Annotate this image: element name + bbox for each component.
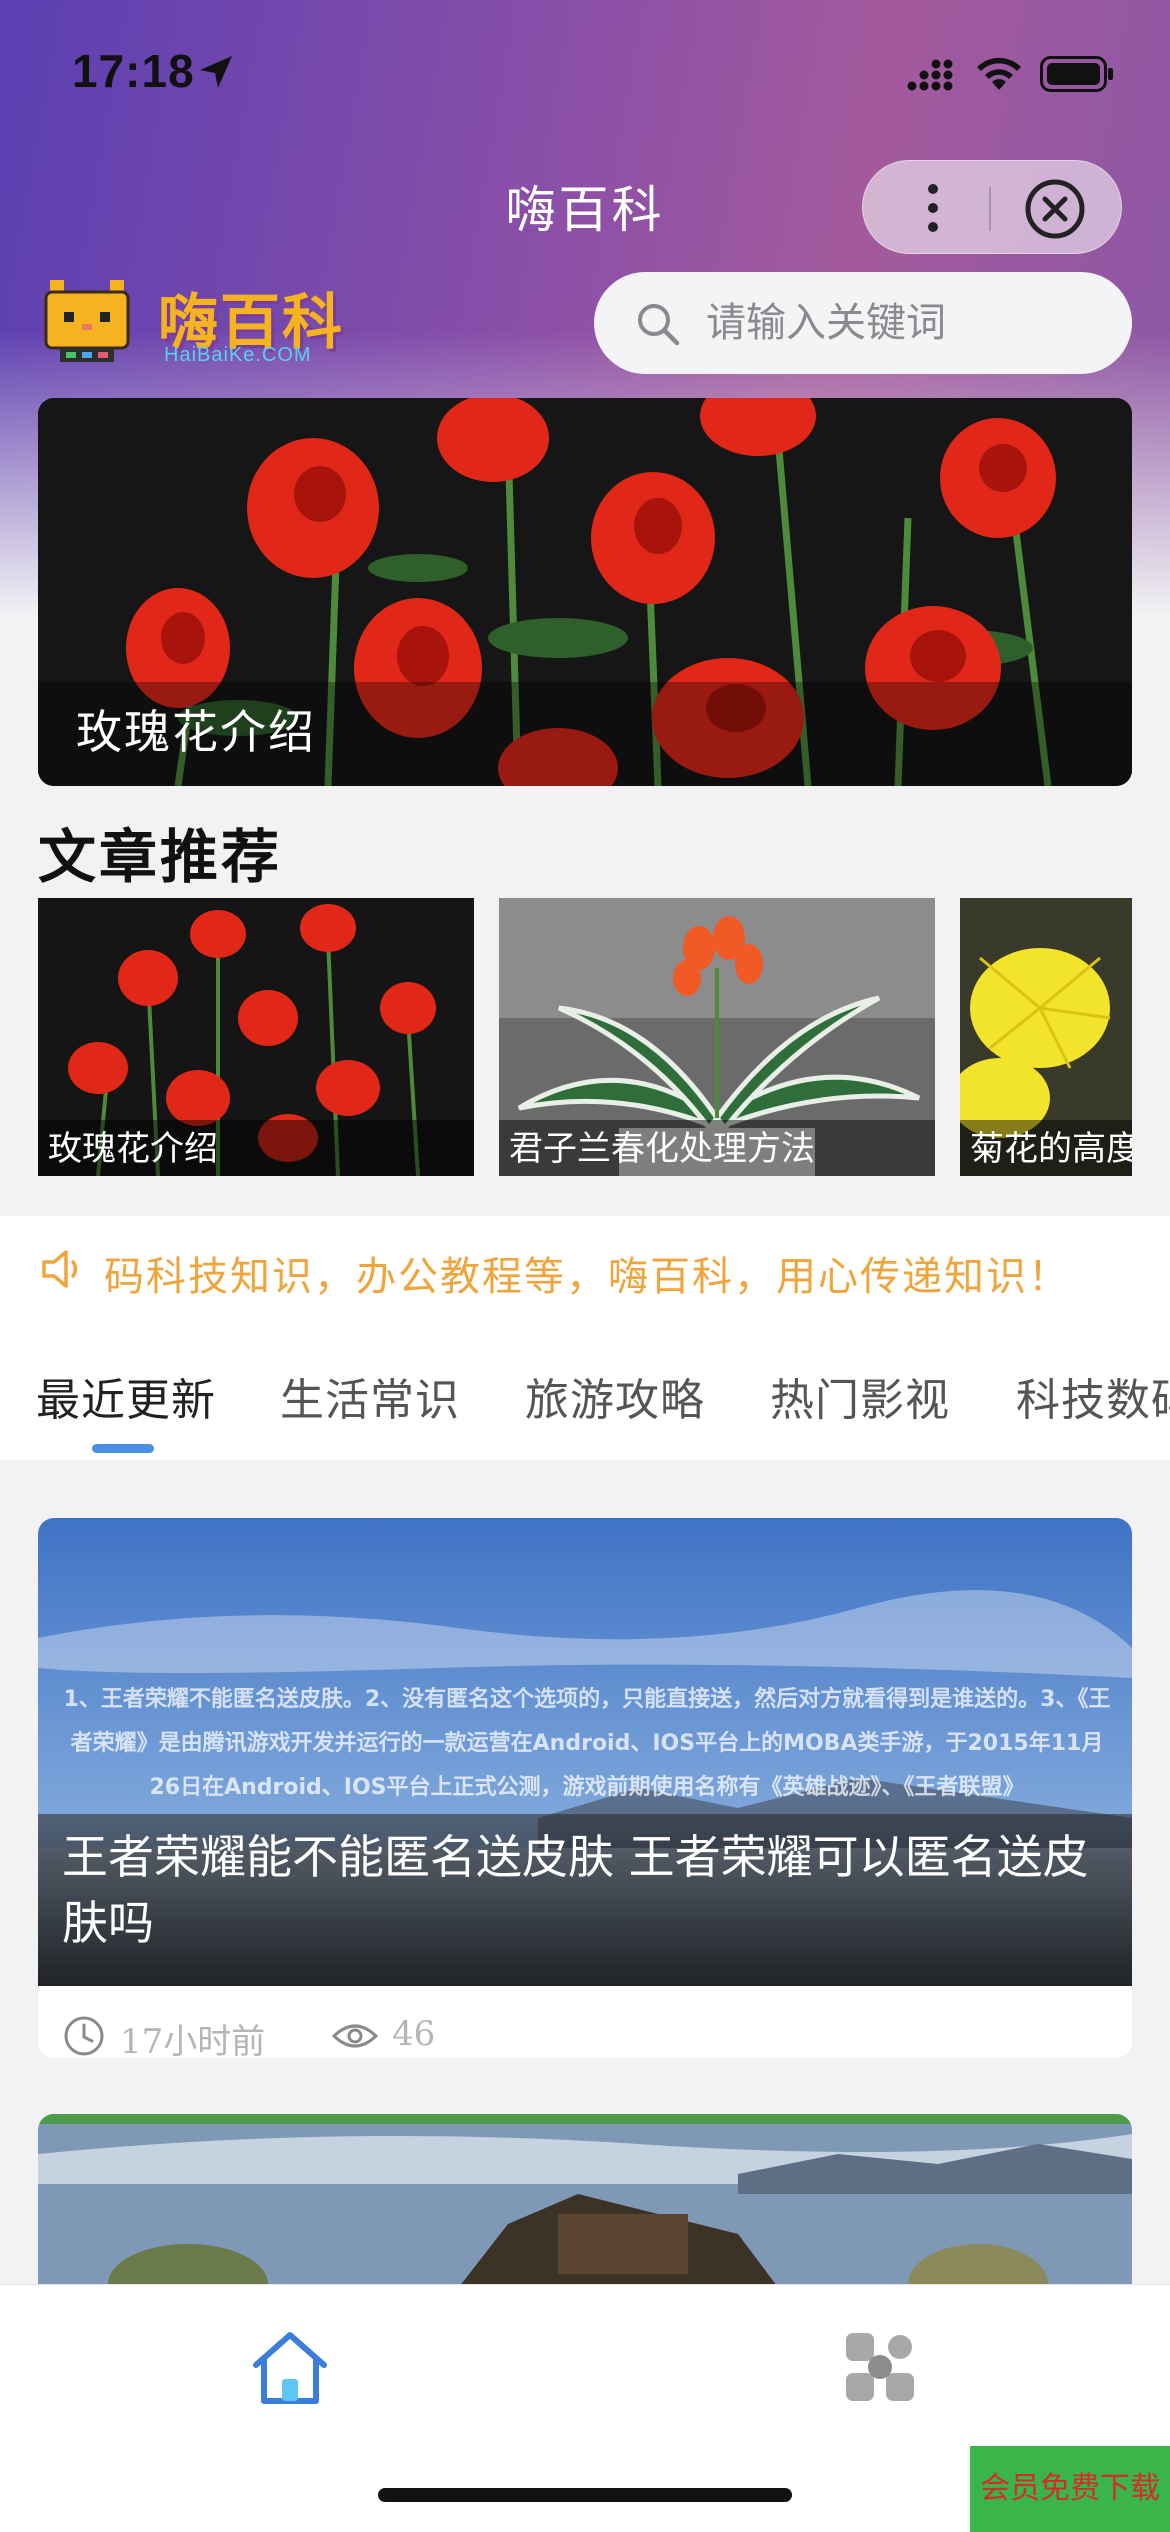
search-icon [638, 304, 680, 346]
notice-text: 码科技知识，办公教程等，嗨百科，用心传递知识！ [104, 1254, 1070, 1300]
article-card[interactable]: 1、王者荣耀不能匿名送皮肤。2、没有匿名这个选项的，只能直接送，然后对方就看得到… [38, 1518, 1132, 2058]
tab-hot-movies[interactable]: 热门影视 [770, 1364, 950, 1428]
recommend-card[interactable]: 玫瑰花介绍 [38, 898, 474, 1176]
active-tab-indicator [92, 1444, 154, 1453]
wifi-icon [977, 57, 1021, 90]
status-bar: 17:18 [0, 0, 1170, 150]
logo-mascot-icon [44, 280, 130, 362]
article-image-text: 1、王者荣耀不能匿名送皮肤。2、没有匿名这个选项的，只能直接送，然后对方就看得到… [63, 1687, 1111, 1800]
section-title-recommend: 文章推荐 [38, 823, 283, 891]
clock-icon [64, 2016, 104, 2056]
article-time: 17小时前 [120, 2022, 266, 2058]
category-tabs: 最近更新 生活常识 旅游攻略 热门影视 科技数码 [0, 1360, 1170, 1460]
recommend-card[interactable]: 君子兰春化处理方法 [499, 898, 935, 1176]
article-views: 46 [392, 2014, 436, 2054]
recommend-caption: 菊花的高度 [970, 1129, 1132, 1169]
cellular-signal-icon [907, 59, 953, 91]
recommend-strip[interactable]: 玫瑰花介绍 君子兰春化处理方法 菊花的高度 [38, 898, 1132, 1178]
tab-life-tips[interactable]: 生活常识 [280, 1364, 460, 1428]
home-icon[interactable] [248, 2325, 332, 2409]
search-bar[interactable] [594, 272, 1132, 374]
speaker-icon [42, 1250, 78, 1288]
tab-recent-updates[interactable]: 最近更新 [36, 1364, 216, 1428]
capsule-divider [989, 187, 991, 231]
home-indicator [378, 2488, 792, 2502]
search-input[interactable] [706, 292, 1106, 354]
banner-carousel[interactable]: 玫瑰花介绍 [38, 398, 1132, 786]
recommend-card[interactable]: 菊花的高度 [960, 898, 1132, 1176]
more-options-icon[interactable] [903, 179, 963, 237]
logo-domain: HaiBaiKe.COM [164, 344, 312, 366]
mini-program-capsule [862, 160, 1122, 254]
tab-travel-guides[interactable]: 旅游攻略 [525, 1364, 705, 1428]
tab-tech-digital[interactable]: 科技数码 [1016, 1364, 1170, 1428]
banner-caption: 玫瑰花介绍 [76, 705, 316, 759]
apps-icon[interactable] [840, 2327, 920, 2407]
recommend-caption: 君子兰春化处理方法 [509, 1129, 815, 1169]
article-title: 王者荣耀能不能匿名送皮肤 王者荣耀可以匿名送皮肤吗 [62, 1830, 1089, 1950]
location-arrow-icon [200, 56, 232, 88]
eye-icon [332, 2024, 378, 2048]
battery-icon [1040, 56, 1113, 92]
recommend-caption: 玫瑰花介绍 [48, 1129, 218, 1169]
status-time: 17:18 [72, 45, 195, 97]
vip-download-badge[interactable]: 会员免费下载 [970, 2446, 1170, 2532]
close-icon[interactable] [1023, 177, 1087, 241]
